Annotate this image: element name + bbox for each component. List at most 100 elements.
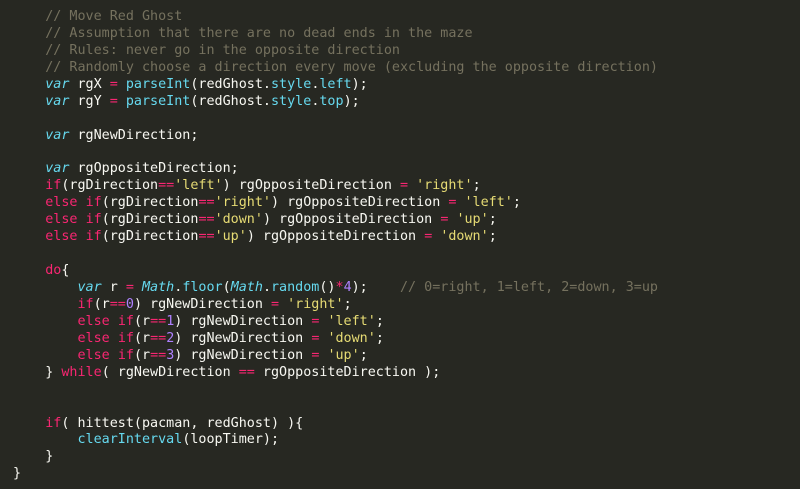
code-token-plain: rgX bbox=[69, 76, 110, 92]
code-token-string: 'down' bbox=[327, 330, 376, 346]
code-token-operator: == bbox=[198, 195, 215, 211]
code-token-plain: ; bbox=[375, 313, 384, 329]
code-token-keyword: else bbox=[77, 313, 110, 329]
code-token-operator: = bbox=[109, 76, 118, 92]
code-line[interactable]: } bbox=[13, 449, 658, 466]
code-line[interactable]: var rgNewDirection; bbox=[13, 128, 658, 145]
code-line[interactable]: ​ bbox=[13, 399, 658, 416]
code-token-string: 'up' bbox=[214, 229, 247, 245]
code-line[interactable]: var rgX = parseInt(redGhost.style.left); bbox=[13, 77, 658, 94]
code-line[interactable]: else if(rgDirection=='right') rgOpposite… bbox=[13, 195, 658, 212]
code-token-ws bbox=[13, 161, 45, 176]
code-token-ws bbox=[13, 229, 45, 244]
code-token-operator: = bbox=[400, 178, 409, 194]
code-token-ws bbox=[13, 365, 45, 380]
code-token-plain: ); bbox=[351, 280, 400, 295]
code-token-plain: (r bbox=[133, 347, 151, 363]
code-token-operator: == bbox=[150, 347, 167, 363]
code-token-ws bbox=[13, 9, 45, 24]
code-token-plain: ) rgNewDirection bbox=[174, 347, 312, 363]
code-editor[interactable]: // Move Red Ghost // Assumption that the… bbox=[0, 0, 800, 489]
code-token-number: 0 bbox=[125, 296, 134, 312]
code-token-ws bbox=[13, 195, 45, 210]
code-line[interactable]: ​ bbox=[13, 111, 658, 128]
code-token-ws bbox=[13, 280, 78, 295]
code-token-ws bbox=[13, 297, 78, 312]
code-token-ws bbox=[13, 331, 78, 346]
code-token-ws bbox=[13, 43, 45, 58]
code-line[interactable]: clearInterval(loopTimer); bbox=[13, 432, 658, 449]
code-token-func: left bbox=[319, 76, 352, 92]
code-token-builtin: Math bbox=[142, 280, 175, 295]
code-token-number: 4 bbox=[343, 280, 352, 295]
code-line[interactable]: ​ bbox=[13, 145, 658, 162]
code-token-func: parseInt bbox=[125, 76, 191, 92]
code-token-string: 'left' bbox=[327, 313, 376, 329]
code-line[interactable]: else if(rgDirection=='up') rgOppositeDir… bbox=[13, 229, 658, 246]
code-token-plain: ); bbox=[343, 93, 360, 109]
code-token-ws bbox=[13, 449, 45, 464]
code-line[interactable]: if(rgDirection=='left') rgOppositeDirect… bbox=[13, 178, 658, 195]
code-token-func: parseInt bbox=[125, 93, 191, 109]
code-token-comment: // Assumption that there are no dead end… bbox=[45, 25, 473, 41]
code-token-operator: = bbox=[125, 280, 134, 295]
code-token-operator: == bbox=[198, 212, 215, 228]
code-line[interactable]: ​ bbox=[13, 382, 658, 399]
code-line[interactable]: else if(rgDirection=='down') rgOppositeD… bbox=[13, 212, 658, 229]
code-token-ws bbox=[13, 314, 78, 329]
code-content[interactable]: // Move Red Ghost // Assumption that the… bbox=[13, 9, 658, 483]
code-line[interactable]: // Assumption that there are no dead end… bbox=[13, 26, 658, 43]
code-token-operator: == bbox=[150, 330, 167, 346]
code-line[interactable]: } while( rgNewDirection == rgOppositeDir… bbox=[13, 365, 658, 382]
code-token-func: floor bbox=[182, 280, 223, 295]
code-token-operator: == bbox=[109, 296, 126, 312]
code-token-ws bbox=[13, 94, 45, 109]
code-line[interactable]: else if(r==3) rgNewDirection = 'up'; bbox=[13, 348, 658, 365]
code-token-comment: // Randomly choose a direction every mov… bbox=[45, 59, 658, 75]
code-line[interactable]: if( hittest(pacman, redGhost) ){ bbox=[13, 416, 658, 433]
code-token-plain: ) rgNewDirection bbox=[174, 313, 312, 329]
code-token-plain: ; bbox=[488, 229, 497, 245]
code-line[interactable]: ​ bbox=[13, 246, 658, 263]
code-token-string: 'right' bbox=[416, 178, 473, 194]
code-line[interactable]: // Randomly choose a direction every mov… bbox=[13, 60, 658, 77]
code-token-ws bbox=[13, 263, 45, 278]
code-token-plain: (r bbox=[93, 296, 110, 312]
code-token-plain: ; bbox=[359, 347, 368, 363]
code-token-ws bbox=[13, 348, 78, 363]
code-line[interactable]: var r = Math.floor(Math.random()*4); // … bbox=[13, 280, 658, 297]
code-line[interactable]: if(r==0) rgNewDirection = 'right'; bbox=[13, 297, 658, 314]
code-line[interactable]: else if(r==2) rgNewDirection = 'down'; bbox=[13, 331, 658, 348]
code-token-operator: = bbox=[109, 93, 118, 109]
code-token-plain: ; bbox=[488, 212, 497, 228]
code-line[interactable]: do{ bbox=[13, 263, 658, 280]
code-token-storage: var bbox=[77, 280, 102, 295]
code-line[interactable]: // Move Red Ghost bbox=[13, 9, 658, 26]
code-token-storage: var bbox=[45, 76, 70, 92]
code-token-storage: var bbox=[45, 93, 70, 109]
code-token-plain: (loopTimer); bbox=[182, 432, 280, 448]
code-token-operator: == bbox=[238, 364, 255, 380]
code-line[interactable]: else if(r==1) rgNewDirection = 'left'; bbox=[13, 314, 658, 331]
code-line[interactable]: } bbox=[13, 466, 658, 483]
code-token-keyword: if bbox=[77, 296, 94, 312]
code-token-plain: ) rgNewDirection bbox=[174, 330, 312, 346]
code-token-plain: ; bbox=[512, 195, 521, 211]
code-token-operator: == bbox=[198, 229, 215, 245]
code-line[interactable]: // Rules: never go in the opposite direc… bbox=[13, 43, 658, 60]
code-token-keyword: else bbox=[77, 330, 110, 346]
code-token-plain: rgOppositeDirection ); bbox=[254, 364, 441, 380]
code-token-plain: } bbox=[45, 449, 54, 465]
code-token-string: 'up' bbox=[456, 212, 489, 228]
code-token-plain: (redGhost. bbox=[190, 76, 271, 92]
code-token-comment: // Rules: never go in the opposite direc… bbox=[45, 42, 400, 58]
code-token-keyword: if bbox=[117, 313, 134, 329]
code-line[interactable]: var rgY = parseInt(redGhost.style.top); bbox=[13, 94, 658, 111]
code-line[interactable]: var rgOppositeDirection; bbox=[13, 161, 658, 178]
